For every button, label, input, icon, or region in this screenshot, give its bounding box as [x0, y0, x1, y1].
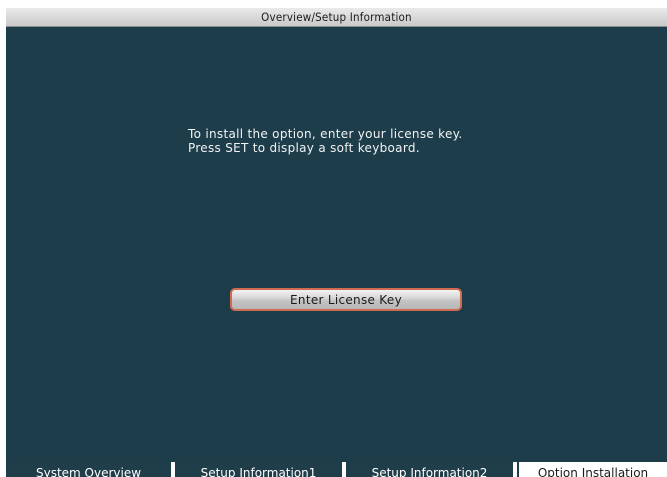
tab-setup-information1[interactable]: Setup Information1	[175, 462, 342, 477]
tab-bar: System Overview Setup Information1 Setup…	[6, 462, 667, 477]
tab-label: Setup Information1	[200, 466, 317, 477]
tab-label: System Overview	[35, 466, 142, 477]
instructions: To install the option, enter your licens…	[188, 127, 463, 155]
tab-setup-information2[interactable]: Setup Information2	[346, 462, 513, 477]
tab-system-overview[interactable]: System Overview	[6, 462, 171, 477]
enter-license-key-label: Enter License Key	[290, 292, 402, 307]
page-title: Overview/Setup Information	[261, 10, 412, 24]
enter-license-key-button[interactable]: Enter License Key	[230, 288, 462, 311]
device-screen: Overview/Setup Information To install th…	[6, 8, 667, 477]
tab-option-installation[interactable]: Option Installation	[517, 462, 667, 477]
tab-label: Option Installation	[537, 466, 649, 477]
tab-label: Setup Information2	[371, 466, 488, 477]
instruction-line-2: Press SET to display a soft keyboard.	[188, 141, 420, 155]
instruction-line-1: To install the option, enter your licens…	[188, 127, 463, 141]
title-bar: Overview/Setup Information	[6, 8, 667, 27]
